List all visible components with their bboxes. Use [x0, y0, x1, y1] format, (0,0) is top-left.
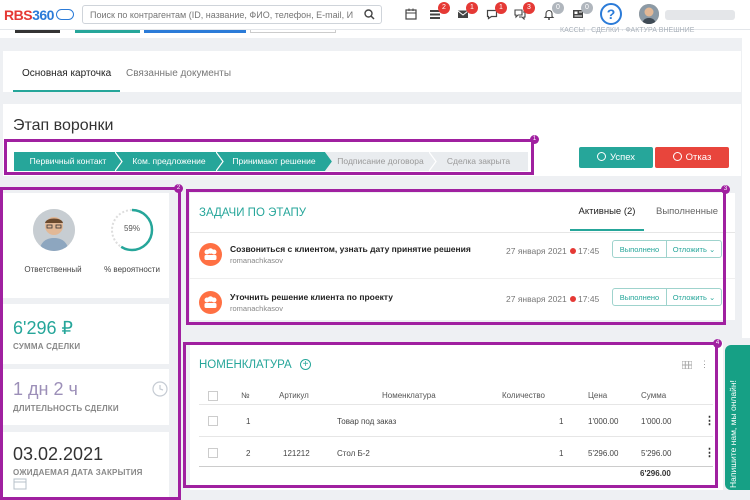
- search-box: [82, 5, 382, 24]
- help-icon[interactable]: ?: [600, 3, 622, 25]
- top-bar: RBS360 2 1 1 3 0 0: [0, 0, 750, 30]
- news-badge: 0: [581, 2, 593, 14]
- annotation-box-2: [0, 187, 181, 500]
- chat-widget-label: Напишите нам, мы онлайн!: [728, 380, 738, 488]
- logo-text: RBS: [4, 7, 33, 23]
- close-circle-icon: [672, 152, 682, 161]
- strip-left-bar: [15, 30, 60, 33]
- mail-icon[interactable]: 1: [457, 2, 478, 22]
- user-avatar[interactable]: [639, 4, 659, 24]
- user-name[interactable]: [665, 10, 735, 20]
- chat-badge: 1: [495, 2, 507, 14]
- annotation-box-4: [183, 342, 718, 488]
- bell-icon[interactable]: 0: [543, 2, 564, 22]
- tab-main-card[interactable]: Основная карточка: [13, 68, 121, 92]
- logo-number: 360: [32, 7, 54, 23]
- cloud-icon: [55, 9, 74, 20]
- comments-icon[interactable]: 3: [514, 2, 535, 22]
- annotation-number-2: 2: [174, 184, 183, 193]
- mail-badge: 1: [466, 2, 478, 14]
- news-icon[interactable]: 0: [572, 2, 593, 22]
- check-circle-icon: [596, 152, 606, 161]
- tabs-card: Основная карточка Связанные документы: [3, 51, 741, 92]
- list-badge: 2: [438, 2, 450, 14]
- sub-header-strip: КАССЫ · СДЕЛКИ · ФАКТУРА ВНЕШНИЕ: [0, 27, 750, 38]
- strip-links[interactable]: КАССЫ · СДЕЛКИ · ФАКТУРА ВНЕШНИЕ: [560, 27, 694, 34]
- comments-badge: 3: [523, 2, 535, 14]
- annotation-box-3: [186, 189, 726, 325]
- search-input[interactable]: [83, 6, 353, 23]
- annotation-box-1: [4, 139, 534, 175]
- strip-button-3[interactable]: [250, 30, 336, 33]
- tab-related-documents[interactable]: Связанные документы: [126, 68, 231, 79]
- funnel-title: Этап воронки: [13, 117, 114, 134]
- annotation-number-3: 3: [721, 185, 730, 194]
- right-edge: [742, 38, 750, 338]
- calendar-icon[interactable]: [405, 8, 419, 22]
- online-chat-widget[interactable]: Напишите нам, мы онлайн!: [725, 345, 750, 490]
- bell-badge: 0: [552, 2, 564, 14]
- search-icon[interactable]: [364, 9, 375, 20]
- list-icon[interactable]: 2: [429, 2, 450, 22]
- strip-button-1[interactable]: [75, 30, 140, 33]
- success-button[interactable]: Успех: [579, 147, 653, 168]
- annotation-number-1: 1: [530, 135, 539, 144]
- annotation-number-4: 4: [713, 339, 722, 348]
- chat-icon[interactable]: 1: [486, 2, 507, 22]
- strip-button-2[interactable]: [144, 30, 246, 33]
- refuse-button[interactable]: Отказ: [655, 147, 729, 168]
- logo[interactable]: RBS360: [4, 7, 74, 23]
